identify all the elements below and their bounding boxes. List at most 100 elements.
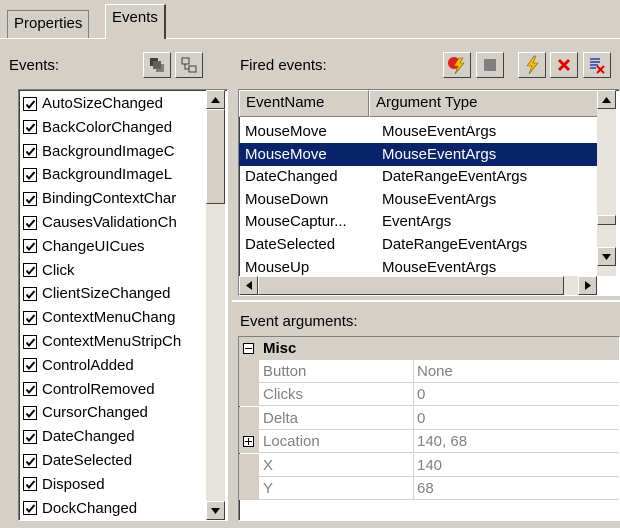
table-row[interactable]: MouseCaptur... EventArgs [239,210,597,233]
checkmark-icon [25,456,36,466]
list-item[interactable]: BackgroundImageC [23,140,213,163]
list-item[interactable]: ChangeUICues [23,235,213,258]
record-events-button[interactable] [443,52,471,78]
event-arguments-grid[interactable]: Misc Button None Clicks 0 Delta 0 Location 140,… [238,336,620,521]
checkmark-icon [25,337,36,347]
checkmark-icon [25,290,36,299]
event-name: BindingContextChar [42,190,177,208]
argument-type-cell: EventArgs [382,213,452,231]
list-item[interactable]: Click [23,259,213,282]
table-row[interactable]: DateSelected DateRangeEventArgs [239,233,597,256]
list-item[interactable]: BindingContextChar [23,187,213,210]
property-row[interactable]: Delta 0 [239,406,619,430]
checkmark-icon [25,195,36,204]
list-item[interactable]: BackgroundImageL [23,163,213,186]
table-row[interactable]: MouseMove MouseEventArgs [239,120,597,143]
stop-button[interactable] [476,52,504,78]
list-item[interactable]: ClientSizeChanged [23,282,213,305]
list-item[interactable]: Disposed [23,473,213,496]
list-item[interactable]: ControlAdded [23,354,213,377]
fired-horizontal-scrollbar[interactable] [239,276,597,295]
checkbox[interactable] [23,96,37,111]
fired-scroll-thumb[interactable] [597,215,616,225]
list-item[interactable]: CausesValidationCh [23,211,213,234]
fired-scroll-up-button[interactable] [597,90,616,109]
scroll-up-button[interactable] [206,90,225,109]
checkbox[interactable] [23,144,37,159]
list-item[interactable]: BackColorChanged [23,116,213,139]
checkbox[interactable] [23,358,37,373]
checkbox[interactable] [23,477,37,492]
categorized-icon [150,58,164,72]
list-item[interactable]: DateSelected [23,449,213,472]
table-row[interactable]: MouseDown MouseEventArgs [239,188,597,211]
checkbox[interactable] [23,310,37,325]
property-row[interactable]: Clicks 0 [239,383,619,407]
list-item[interactable]: DockChanged [23,497,213,520]
event-name: Disposed [42,475,105,493]
fired-scroll-down-button[interactable] [597,247,616,266]
table-row[interactable]: DateChanged DateRangeEventArgs [239,165,597,188]
expand-icon[interactable] [243,436,254,448]
list-item[interactable]: ControlRemoved [23,378,213,401]
checkbox[interactable] [23,405,37,420]
delete-event-button[interactable] [550,52,578,78]
tab-properties[interactable]: Properties [7,10,90,38]
clear-all-button[interactable] [583,52,611,78]
event-name: ContextMenuChang [42,309,176,327]
categorized-view-button[interactable] [143,52,171,78]
property-row[interactable]: Y 68 [239,477,619,500]
checkbox[interactable] [23,191,37,206]
property-row[interactable]: Button None [239,360,619,383]
event-name: DateChanged [42,428,135,446]
table-row[interactable]: MouseMove MouseEventArgs [239,142,597,166]
list-item[interactable]: ContextMenuStripCh [23,330,213,353]
column-header-argument-type[interactable]: Argument Type [369,90,599,117]
list-item[interactable]: CursorChanged [23,401,213,424]
fired-hscroll-thumb[interactable] [258,276,564,295]
lightning-icon [526,55,539,75]
checkbox[interactable] [23,429,37,444]
checkbox[interactable] [23,167,37,182]
checkbox[interactable] [23,382,37,397]
event-name: BackgroundImageC [42,142,175,160]
list-item[interactable]: DateChanged [23,425,213,448]
checkbox[interactable] [23,239,37,254]
column-header-eventname[interactable]: EventName [239,90,369,117]
property-value: 0 [417,386,426,404]
category-row-misc[interactable]: Misc [239,337,619,360]
property-value: None [417,363,453,380]
fired-scroll-left-button[interactable] [239,276,258,295]
checkbox[interactable] [23,334,37,349]
column-divider [413,406,414,430]
property-row[interactable]: Location 140, 68 [239,430,619,454]
fired-events-table[interactable]: EventName Argument Type MouseMove MouseEv… [238,89,620,296]
property-value: 0 [417,409,426,427]
scroll-thumb[interactable] [206,109,225,204]
checkbox[interactable] [23,263,37,278]
collapse-icon[interactable] [243,343,254,354]
fire-event-button[interactable] [518,52,546,78]
alphabetical-view-button[interactable] [175,52,203,78]
checkmark-icon [25,409,36,418]
checkbox[interactable] [23,501,37,516]
checkbox[interactable] [23,120,37,135]
list-item[interactable]: AutoSizeChanged [23,92,213,115]
checkbox[interactable] [23,215,37,230]
tab-events[interactable]: Events [105,4,166,39]
checkmark-icon [25,171,36,180]
property-value: 140 [417,456,443,474]
event-name: CursorChanged [42,404,148,422]
list-item[interactable]: ContextMenuChang [23,306,213,329]
events-list[interactable]: AutoSizeChanged BackColorChanged Backgroun… [18,89,228,521]
fired-vertical-scrollbar[interactable] [597,90,616,276]
event-name-cell: MouseMove [245,123,327,140]
fired-scroll-right-button[interactable] [578,276,597,295]
checkbox[interactable] [23,286,37,301]
scroll-down-button[interactable] [206,501,225,520]
horizontal-splitter[interactable] [232,300,620,302]
event-name-cell: MouseCaptur... [245,213,347,231]
property-row[interactable]: X 140 [239,453,619,477]
checkbox[interactable] [23,453,37,468]
events-scrollbar[interactable] [206,90,225,520]
